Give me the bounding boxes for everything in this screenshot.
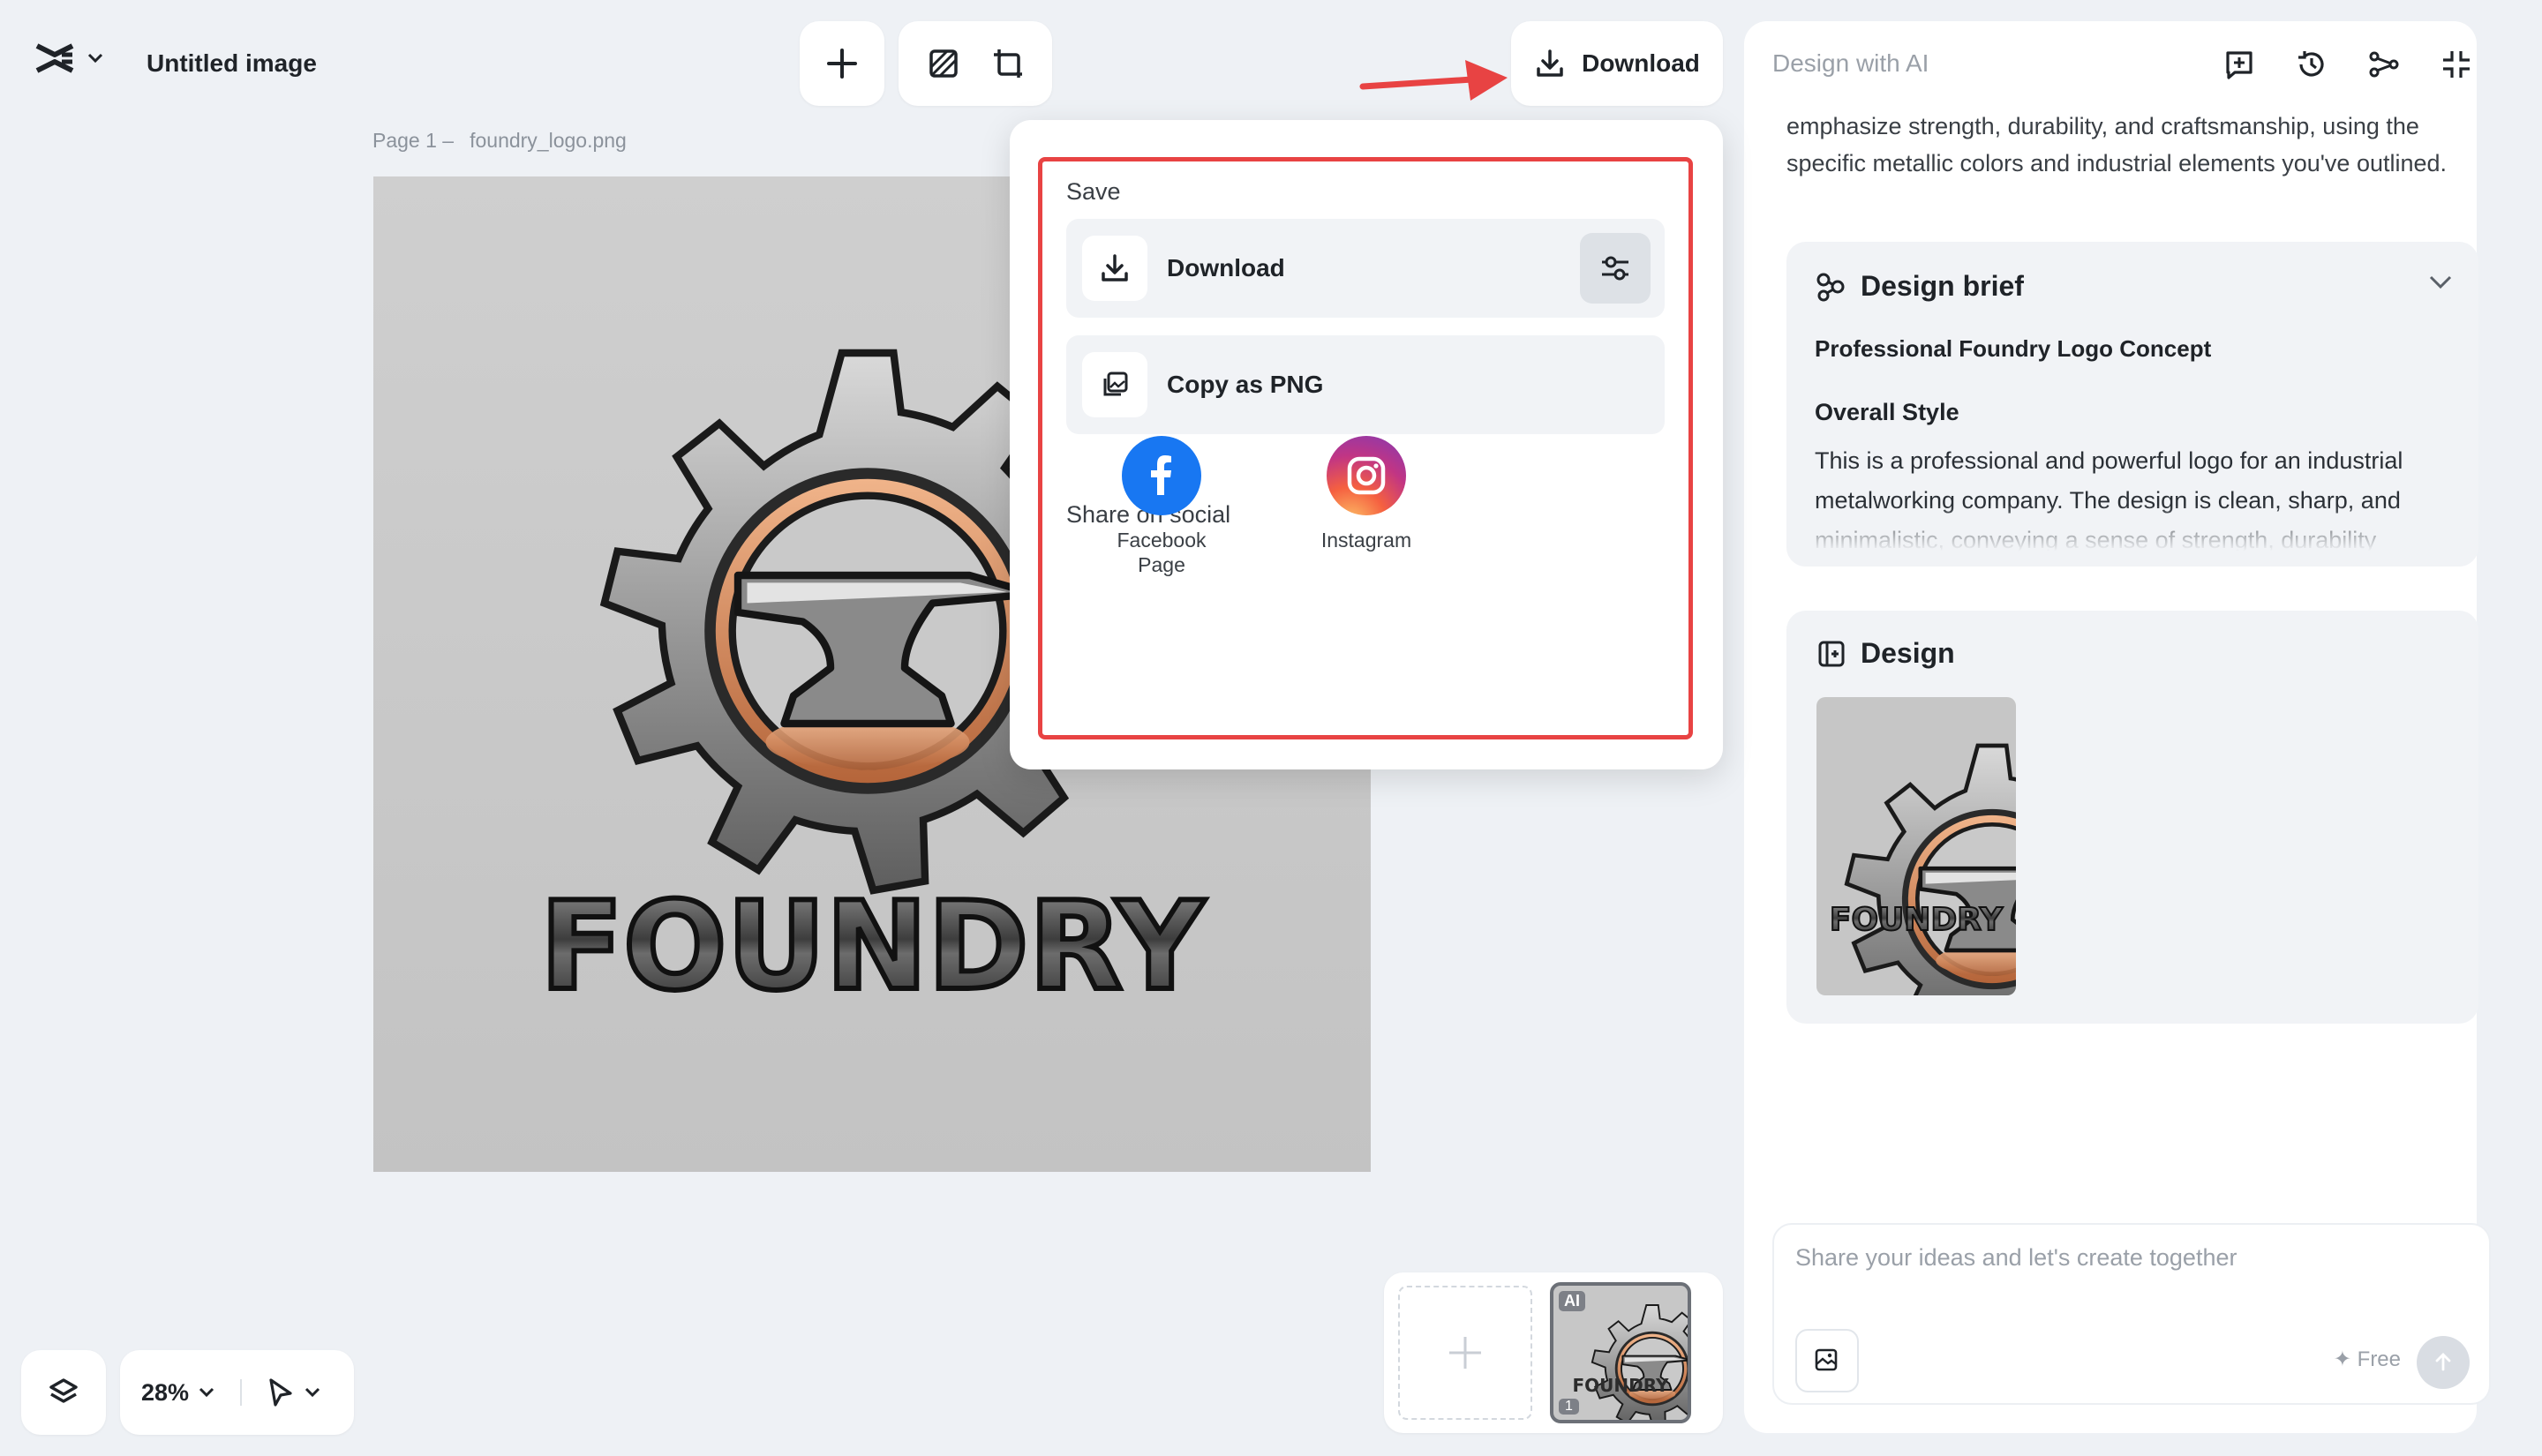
add-element-button[interactable]: [800, 21, 884, 106]
design-heading: Design: [1861, 637, 1955, 669]
file-name[interactable]: foundry_logo.png: [470, 129, 627, 152]
divider: [240, 1379, 243, 1406]
free-badge: ✦ Free: [2333, 1347, 2401, 1371]
plus-icon: [1446, 1333, 1485, 1372]
ai-badge: AI: [1559, 1291, 1585, 1311]
document-title[interactable]: Untitled image: [147, 49, 317, 78]
instagram-label: Instagram: [1320, 529, 1412, 552]
download-option[interactable]: Download: [1066, 219, 1665, 318]
collapse-icon[interactable]: [2433, 41, 2480, 88]
attach-image-button[interactable]: [1795, 1329, 1859, 1392]
save-heading: Save: [1066, 178, 1121, 205]
chevron-down-icon[interactable]: [304, 1386, 321, 1399]
download-icon: [1534, 48, 1566, 79]
design-brief-card[interactable]: Design brief Professional Foundry Logo C…: [1786, 242, 2478, 567]
sliders-icon: [1598, 251, 1632, 285]
design-result-thumbnail[interactable]: FOUNDRY: [1816, 697, 2016, 995]
image-add-icon: [1814, 1347, 1840, 1374]
chevron-down-icon[interactable]: [2427, 274, 2454, 291]
share-flow-icon[interactable]: [2360, 41, 2408, 88]
layers-icon: [48, 1377, 79, 1408]
instagram-share[interactable]: Instagram: [1296, 436, 1437, 552]
page-number-badge: 1: [1559, 1399, 1579, 1415]
copy-png-label: Copy as PNG: [1167, 371, 1324, 398]
zoom-level[interactable]: 28%: [141, 1379, 189, 1407]
design-header: Design: [1816, 637, 1955, 670]
ai-intro-text: emphasize strength, durability, and craf…: [1786, 113, 2448, 176]
facebook-share[interactable]: Facebook Page: [1091, 436, 1232, 577]
arrow-up-icon: [2432, 1351, 2455, 1374]
brief-subtitle: Professional Foundry Logo Concept: [1815, 335, 2212, 362]
history-icon[interactable]: [2288, 41, 2335, 88]
brief-header: Design brief: [1815, 270, 2024, 303]
add-page-button[interactable]: [1398, 1286, 1532, 1420]
new-chat-icon[interactable]: [2215, 41, 2263, 88]
fade-overlay: [1786, 505, 2478, 567]
canvas-tools: [899, 21, 1052, 106]
zoom-control: 28%: [120, 1350, 354, 1435]
copy-png-option[interactable]: Copy as PNG: [1066, 335, 1665, 434]
thumbnail-logo-text: FOUNDRY: [1572, 1375, 1669, 1396]
brief-heading: Design brief: [1861, 270, 2024, 302]
brief-icon: [1815, 271, 1846, 303]
capcut-logo-icon: [35, 42, 74, 74]
resize-icon[interactable]: [992, 48, 1024, 79]
page-label: Page 1 – foundry_logo.png: [372, 129, 643, 153]
facebook-icon: [1122, 436, 1201, 515]
copy-image-icon: [1082, 352, 1147, 417]
instagram-icon: [1327, 436, 1406, 515]
download-settings-button[interactable]: [1580, 233, 1651, 304]
brief-style-heading: Overall Style: [1815, 399, 1959, 425]
panel-title: Design with AI: [1772, 49, 1929, 77]
background-icon[interactable]: [928, 48, 959, 79]
page-number: Page 1 –: [372, 129, 455, 152]
header-download-label: Download: [1582, 49, 1700, 77]
send-button[interactable]: [2417, 1336, 2470, 1389]
pointer-icon[interactable]: [267, 1377, 295, 1407]
download-icon: [1082, 236, 1147, 301]
header-download-button[interactable]: Download: [1511, 21, 1723, 106]
page-thumbnail[interactable]: FOUNDRY AI 1: [1550, 1282, 1691, 1423]
chevron-down-icon[interactable]: [198, 1386, 215, 1399]
app-logo-menu[interactable]: [35, 42, 104, 74]
layers-button[interactable]: [21, 1350, 106, 1435]
design-card: Design FOUNDRY: [1786, 611, 2478, 1024]
design-result-logo-text: FOUNDRY: [1830, 902, 2004, 938]
facebook-label: Facebook Page: [1117, 529, 1207, 576]
arrow-annotation: [1359, 60, 1508, 101]
page-strip: FOUNDRY AI 1: [1384, 1272, 1723, 1433]
panel-toolbar: [2215, 41, 2480, 88]
logo-text: FOUNDRY: [540, 875, 1206, 1017]
chat-composer: ✦ Free: [1772, 1223, 2491, 1405]
plus-icon: [826, 48, 858, 79]
design-result-image: FOUNDRY: [1829, 697, 2016, 995]
download-option-label: Download: [1167, 254, 1285, 281]
chat-input[interactable]: [1795, 1244, 2466, 1272]
design-icon: [1816, 639, 1846, 669]
chevron-down-icon: [86, 52, 104, 64]
